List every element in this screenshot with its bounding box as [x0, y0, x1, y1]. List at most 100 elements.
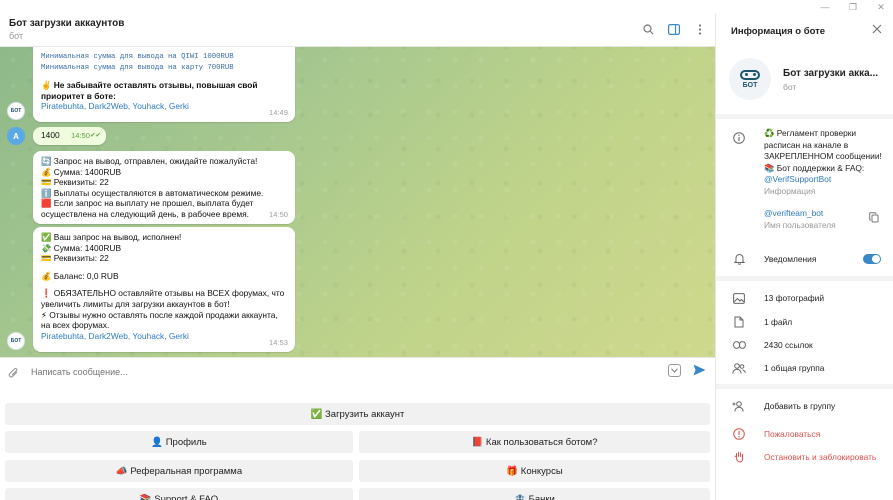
report-label: Пожаловаться	[764, 429, 821, 439]
message-line: 💰 Сумма: 1400RUB	[41, 166, 122, 177]
message-bubble-outgoing[interactable]: 1400 14:50 ✔✔	[33, 127, 106, 145]
message-line: 💳 Реквизиты: 22	[41, 253, 109, 264]
group-icon	[732, 361, 746, 375]
block-label: Остановить и заблокировать	[764, 452, 877, 462]
bot-avatar[interactable]: БОТ	[7, 332, 25, 350]
chat-subtitle: бот	[9, 31, 24, 41]
message-input[interactable]	[31, 367, 631, 377]
username-block: @verifteam_bot Имя пользователя	[764, 208, 836, 231]
support-faq-button[interactable]: 📚 Support & FAQ	[5, 488, 353, 500]
forum-links[interactable]: Piratebuhta, Dark2Web, Youhack, Gerki	[41, 101, 287, 112]
groups-count: 1 общая группа	[764, 363, 825, 373]
message-composer	[0, 357, 715, 399]
copy-icon[interactable]	[869, 212, 879, 226]
message-text: 1400	[41, 130, 60, 140]
divider	[716, 114, 893, 119]
how-to-use-button[interactable]: 📕 Как пользоваться ботом?	[359, 431, 710, 453]
message-line: ⚡ Отзывы нужно оставлять после каждой пр…	[41, 309, 278, 320]
notifications-toggle[interactable]	[863, 254, 881, 264]
message-bubble[interactable]: 🔄 Запрос на вывод, отправлен, ожидайте п…	[33, 151, 295, 224]
bot-keyboard-icon[interactable]	[668, 364, 681, 377]
message-bubble[interactable]: ✅ Ваш запрос на вывод, исполнен! 💸 Сумма:…	[33, 227, 295, 352]
minimize-button[interactable]: —	[819, 0, 831, 14]
message-text: Минимальная сумма для вывода на QIWI 100…	[41, 52, 287, 112]
restore-button[interactable]: ❐	[847, 0, 859, 14]
description-line: расписан на канале в	[764, 139, 849, 150]
photos-count: 13 фотографий	[764, 293, 825, 303]
sidebar-toggle-icon[interactable]	[667, 22, 681, 36]
read-check-icon: ✔✔	[90, 132, 101, 140]
message-line: на всех форумах.	[41, 320, 110, 331]
attach-icon[interactable]	[8, 367, 20, 383]
robot-icon	[740, 69, 760, 80]
banks-button[interactable]: 🏦 Банки	[359, 488, 710, 500]
message-line: ✅ Ваш запрос на вывод, исполнен!	[41, 232, 182, 242]
search-icon[interactable]	[641, 22, 655, 36]
message-time: 14:49	[268, 108, 288, 118]
message-line: увеличить лимиты для загрузки аккаунтов …	[41, 298, 230, 309]
info-panel-title: Информация о боте	[731, 26, 826, 37]
add-to-group-label: Добавить в группу	[764, 401, 836, 411]
link-icon	[732, 338, 746, 352]
message-text: 🔄 Запрос на вывод, отправлен, ожидайте п…	[41, 156, 287, 220]
photo-icon	[732, 291, 746, 305]
window-controls: — ❐ ✕	[0, 0, 893, 14]
chat-header[interactable]: Бот загрузки аккаунтов бот	[0, 14, 715, 47]
username-label: Имя пользователя	[764, 219, 836, 230]
support-bot-link[interactable]: @VerifSupportBot	[764, 174, 882, 186]
report-icon	[732, 427, 746, 441]
message-time: 14:50	[268, 210, 288, 220]
referral-program-button[interactable]: 📣 Реферальная программа	[5, 460, 353, 482]
forum-links[interactable]: Piratebuhta, Dark2Web, Youhack, Gerki	[41, 331, 287, 342]
message-line: 💳 Реквизиты: 22	[41, 177, 109, 188]
upload-account-button[interactable]: ✅ Загрузить аккаунт	[5, 403, 710, 425]
message-time: 14:53	[268, 338, 288, 348]
message-line	[41, 73, 287, 80]
notifications-label: Уведомления	[764, 254, 817, 264]
bot-avatar[interactable]: БОТ	[7, 102, 25, 120]
description-line: 📚 Бот поддержки & FAQ:	[764, 162, 865, 173]
message-time: 14:50	[70, 131, 90, 141]
message-list[interactable]: Минимальная сумма для вывода на QIWI 100…	[0, 47, 715, 357]
bot-description: ♻️ Регламент проверки расписан на канале…	[764, 128, 882, 197]
more-options-icon[interactable]	[693, 22, 707, 36]
bot-name: Бот загрузки акка...	[783, 68, 879, 79]
message-line: Минимальная сумма для вывода на QIWI 100…	[41, 53, 234, 61]
message-line: приоритет в боте:	[41, 90, 116, 101]
divider	[716, 384, 893, 389]
files-count: 1 файл	[764, 317, 793, 327]
chat-panel: Бот загрузки аккаунтов бот Минимальная с…	[0, 14, 715, 500]
message-line: 💸 Сумма: 1400RUB	[41, 242, 122, 253]
user-avatar[interactable]: A	[7, 127, 25, 145]
profile-button[interactable]: 👤 Профиль	[5, 431, 353, 453]
links-count: 2430 ссылок	[764, 340, 813, 350]
description-label: Информация	[764, 185, 816, 196]
description-line: ♻️ Регламент проверки	[764, 128, 857, 138]
message-line	[41, 281, 287, 288]
bot-info-panel: Информация о боте БОТ Бот загрузки акка.…	[715, 14, 893, 500]
bot-profile-avatar[interactable]: БОТ	[729, 58, 771, 100]
message-line: осуществлена на следующий день, в рабоче…	[41, 208, 249, 219]
message-line	[41, 264, 287, 271]
message-line: 🔄 Запрос на вывод, отправлен, ожидайте п…	[41, 156, 258, 166]
hand-stop-icon	[732, 450, 746, 464]
bot-type: бот	[783, 82, 797, 92]
notifications-row[interactable]: Уведомления	[716, 251, 893, 267]
message-text: ✅ Ваш запрос на вывод, исполнен! 💸 Сумма:…	[41, 232, 287, 341]
file-icon	[732, 315, 746, 329]
contests-button[interactable]: 🎁 Конкурсы	[359, 460, 710, 482]
divider	[716, 276, 893, 281]
message-bubble[interactable]: Минимальная сумма для вывода на QIWI 100…	[33, 47, 295, 122]
bot-username[interactable]: @verifteam_bot	[764, 208, 836, 220]
add-user-icon	[732, 399, 746, 413]
info-icon	[732, 131, 746, 145]
message-line: ℹ️ Выплаты осуществляются в автоматическ…	[41, 187, 264, 198]
description-line: ЗАКРЕПЛЕННОМ сообщении!	[764, 151, 882, 161]
message-line: 💰 Баланс: 0,0 RUB	[41, 270, 119, 281]
close-window-button[interactable]: ✕	[875, 0, 887, 14]
avatar-label: БОТ	[742, 81, 758, 89]
message-line: 🟥 Если запрос на выплату не прошел, выпл…	[41, 198, 254, 209]
chat-title: Бот загрузки аккаунтов	[9, 18, 125, 29]
close-icon[interactable]	[872, 23, 882, 37]
send-icon[interactable]	[693, 364, 706, 379]
